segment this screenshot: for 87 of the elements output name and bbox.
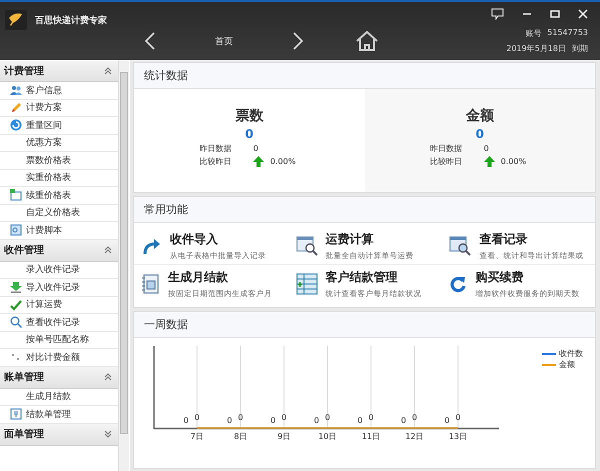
panel-title: 一周数据 (134, 312, 595, 338)
data-label: 0 (455, 413, 461, 422)
data-label: 0 (357, 416, 363, 425)
page-title: 首页 (215, 36, 233, 48)
back-icon[interactable] (145, 32, 155, 50)
section-header[interactable]: 收件管理 (0, 240, 118, 262)
pencil-icon (10, 102, 22, 114)
function-title: 收件导入 (170, 230, 219, 248)
table-icon (296, 273, 318, 295)
data-label: 0 (270, 416, 276, 425)
section-header[interactable]: 面单管理 (0, 424, 118, 446)
stat-label: 比较昨日 (430, 156, 463, 167)
function-title: 客户结款管理 (326, 269, 399, 286)
scrollbar[interactable] (118, 60, 129, 471)
section-header[interactable]: 计费管理 (0, 60, 118, 82)
up-arrow-icon (484, 156, 495, 167)
data-label: 0 (368, 413, 374, 422)
panel-title: 常用功能 (134, 197, 595, 223)
change-percent: 0.00% (270, 157, 296, 166)
chevron-icon (104, 246, 112, 254)
axis-label: 12日 (405, 432, 424, 441)
bill-icon (142, 274, 160, 294)
axis-label: 10日 (318, 432, 337, 441)
window-search-icon (449, 234, 472, 256)
data-label: 0 (226, 416, 232, 425)
function-title: 查看记录 (479, 230, 528, 248)
search-icon (10, 316, 22, 328)
people-icon (10, 85, 22, 96)
data-label: 0 (314, 416, 320, 425)
function-title: 运费计算 (326, 230, 375, 248)
axis-label: 7日 (190, 432, 204, 441)
section-header[interactable]: 账单管理 (0, 366, 118, 388)
check-icon (10, 298, 22, 311)
axis-label: 13日 (448, 432, 468, 441)
stat-title: 金额 (466, 107, 494, 125)
menu-item[interactable]: 续重价格表 (0, 187, 118, 204)
axis-label: 9日 (277, 432, 291, 441)
data-label: 0 (324, 413, 330, 422)
menu-item[interactable]: 导入收件记录 (0, 279, 118, 296)
data-label: 0 (183, 416, 189, 425)
data-label: 0 (444, 416, 450, 425)
data-label: 0 (194, 413, 200, 422)
data-label: 0 (400, 416, 406, 425)
stat-label: 比较昨日 (199, 156, 232, 167)
legend-label: 收件数 (559, 348, 583, 359)
stat-label: 昨日数据 (430, 143, 463, 154)
expiry-label: 到期 (572, 43, 588, 54)
chat-icon[interactable] (491, 8, 504, 20)
document-icon (10, 224, 22, 236)
stat-number: 0 (253, 144, 258, 153)
maximize-icon[interactable] (550, 9, 560, 19)
sheet-icon (10, 189, 22, 202)
calendar-search-icon (296, 234, 318, 256)
account-label: 账号 (525, 28, 542, 39)
close-icon[interactable] (578, 9, 588, 19)
chevron-icon (104, 430, 112, 438)
up-arrow-icon (253, 156, 264, 167)
logo-icon (5, 10, 27, 30)
stat-label: 昨日数据 (199, 143, 232, 154)
refresh-icon (10, 119, 22, 132)
forward-icon[interactable] (293, 32, 303, 50)
legend-label: 金额 (559, 359, 575, 370)
stat-number: 0 (484, 144, 489, 153)
panel-title: 统计数据 (134, 63, 595, 89)
menu-item[interactable]: 重量区间 (0, 117, 118, 134)
list-icon (10, 408, 22, 420)
scroll-thumb[interactable] (120, 72, 128, 434)
axis-label: 11日 (362, 432, 380, 441)
data-label: 0 (238, 413, 244, 422)
axis-label: 8日 (234, 432, 248, 441)
account-number: 51547753 (547, 28, 588, 39)
chevron-icon (104, 66, 112, 74)
expiry-date: 2019年5月18日 (506, 43, 566, 54)
data-label: 0 (412, 413, 418, 422)
stat-value: 0 (245, 127, 254, 141)
menu-item[interactable]: 客户信息 (0, 82, 118, 100)
refresh-icon (449, 275, 468, 293)
change-percent: 0.00% (500, 157, 526, 166)
function-title: 购买续费 (475, 269, 524, 286)
stat-title: 票数 (235, 107, 264, 125)
data-label: 0 (281, 413, 287, 422)
window-title: 百思快递计费专家 (35, 14, 107, 26)
chevron-icon (104, 373, 112, 381)
function-title: 生成月结款 (168, 269, 229, 286)
home-icon[interactable] (355, 31, 379, 51)
download-icon (10, 281, 22, 294)
stat-value: 0 (476, 127, 484, 141)
